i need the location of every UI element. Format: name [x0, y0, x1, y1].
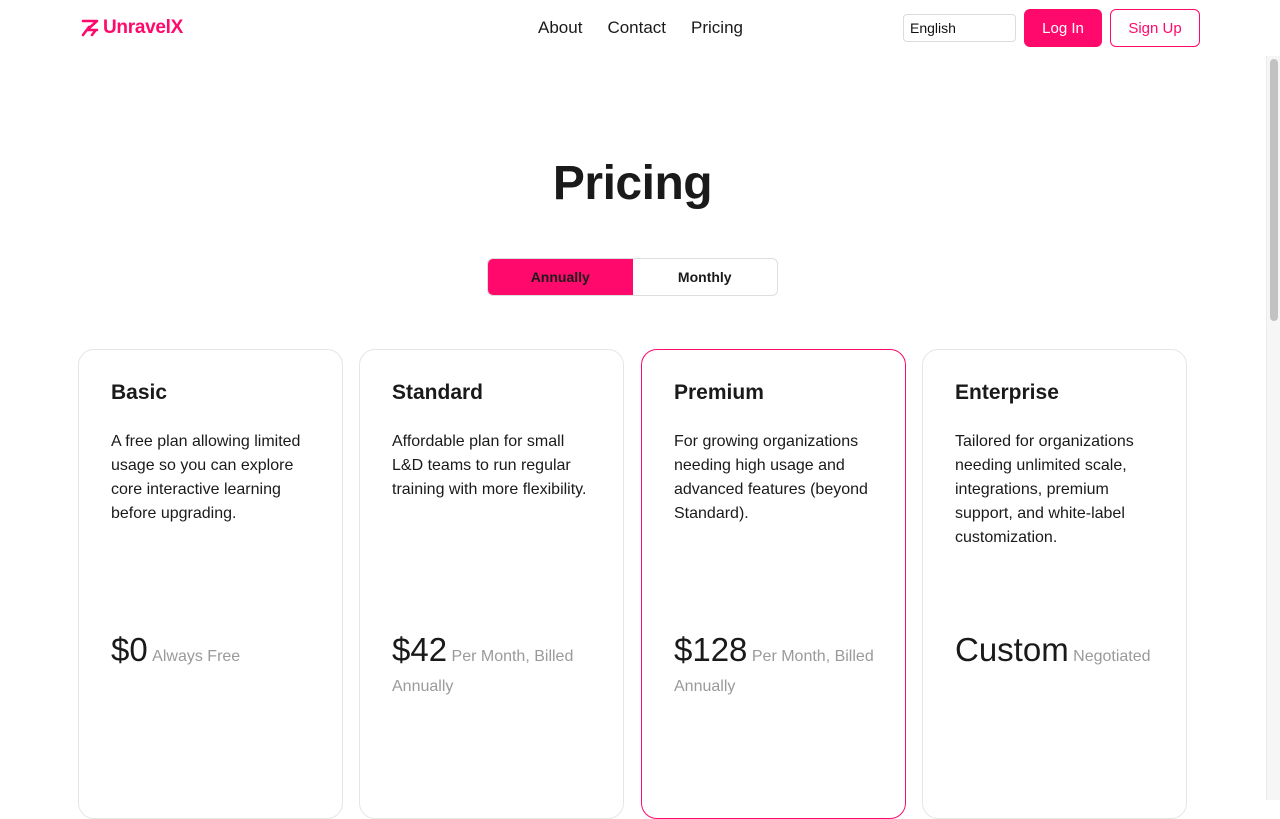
brand-name: UnravelX	[103, 17, 183, 38]
plan-card-enterprise[interactable]: Enterprise Tailored for organizations ne…	[922, 349, 1187, 819]
price-amount: $0	[111, 631, 148, 668]
billing-toggle: Annually Monthly	[487, 258, 778, 296]
pricing-cards: Basic A free plan allowing limited usage…	[78, 349, 1188, 819]
nav-pricing[interactable]: Pricing	[691, 18, 743, 38]
language-select[interactable]: English	[903, 14, 1016, 42]
toggle-annually[interactable]: Annually	[488, 259, 633, 295]
nav-about[interactable]: About	[538, 18, 582, 38]
plan-price: Custom Negotiated	[955, 633, 1165, 672]
toggle-monthly[interactable]: Monthly	[633, 259, 778, 295]
plan-description: A free plan allowing limited usage so yo…	[111, 433, 301, 522]
plan-name: Standard	[392, 381, 484, 404]
price-amount: $42	[392, 631, 448, 668]
plan-description: For growing organizations needing high u…	[674, 433, 868, 522]
plan-price: $42 Per Month, Billed Annually	[392, 633, 602, 702]
scrollbar-thumb[interactable]	[1270, 59, 1278, 321]
plan-name: Enterprise	[955, 381, 1059, 404]
main-nav: About Contact Pricing	[538, 18, 743, 38]
unravelx-logo-icon	[81, 19, 99, 37]
login-button[interactable]: Log In	[1024, 9, 1102, 47]
plan-card-basic[interactable]: Basic A free plan allowing limited usage…	[78, 349, 343, 819]
plan-name: Premium	[674, 381, 764, 404]
plan-name: Basic	[111, 381, 168, 404]
brand-logo[interactable]: UnravelX	[80, 16, 183, 40]
nav-contact[interactable]: Contact	[607, 18, 666, 38]
price-note: Negotiated	[1073, 648, 1151, 665]
plan-price: $0 Always Free	[111, 633, 321, 672]
page-scrollbar[interactable]	[1266, 56, 1280, 800]
price-amount: $128	[674, 631, 748, 668]
plan-price: $128 Per Month, Billed Annually	[674, 633, 884, 702]
signup-button[interactable]: Sign Up	[1110, 9, 1200, 47]
plan-card-premium[interactable]: Premium For growing organizations needin…	[641, 349, 906, 819]
plan-description: Affordable plan for small L&D teams to r…	[392, 433, 587, 498]
price-note: Always Free	[152, 648, 241, 665]
price-amount: Custom	[955, 631, 1069, 668]
page-title: Pricing	[552, 157, 713, 210]
plan-card-standard[interactable]: Standard Affordable plan for small L&D t…	[359, 349, 624, 819]
plan-description: Tailored for organizations needing unlim…	[955, 433, 1134, 546]
site-header: UnravelX About Contact Pricing English L…	[0, 0, 1280, 56]
